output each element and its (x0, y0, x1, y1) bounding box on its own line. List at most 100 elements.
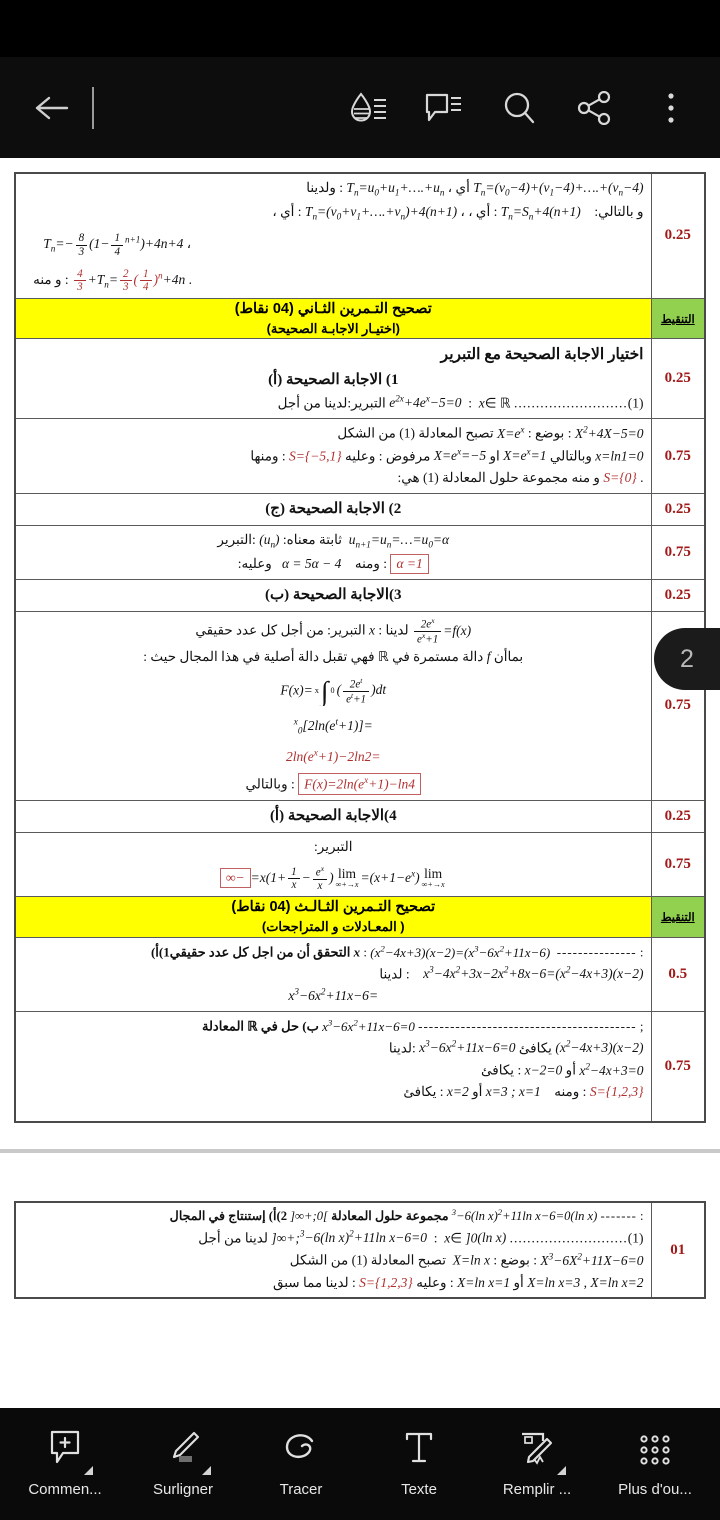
mark-cell: 0.25 (650, 578, 706, 612)
tool-highlight[interactable]: Surligner (129, 1430, 237, 1498)
content-cell: X2+4X−5=0 : بوضع : X=ex تصبح المعادلة (1… (14, 418, 652, 494)
banner-title: تصحيح التـمرين الثـالـث (04 نقاط) (231, 899, 436, 916)
tool-label: Commen... (28, 1481, 102, 1498)
pdf-page-2: 01 : ------- (ln x)3−6(ln x)2+11ln x−6=0… (0, 1187, 720, 1300)
math-line: : --------------- (x3−6x2+11x−6)=(x−2)(x… (150, 943, 644, 960)
search-button[interactable] (498, 87, 540, 129)
mark-cell: 0.75 (650, 525, 706, 580)
math-line: . S={0} و منه مجموعة حلول المعادلة (1) ه… (397, 469, 644, 485)
tool-label: Tracer (279, 1481, 323, 1498)
fill-sign-icon (517, 1429, 557, 1474)
math-line: S={1,2,3} : ومنه x=3 ; x=1 أو x=2 : يكاف… (403, 1084, 644, 1100)
table-row: 01 : ------- (ln x)3−6(ln x)2+11ln x−6=0… (14, 1201, 706, 1299)
math-line: F(x)= x ∫ 0(2et et+1)dt (280, 675, 387, 706)
back-button[interactable] (30, 86, 74, 130)
content-cell: 3)الاجابة الصحيحة (ب) (14, 578, 652, 612)
share-icon (577, 90, 613, 125)
table-row: 0.25 2) الاجابة الصحيحة (ج) (14, 492, 706, 527)
tool-draw[interactable]: Tracer (247, 1430, 355, 1498)
marks-header-cell: التنقيط (650, 297, 706, 340)
math-line: f(x)= 2ex ex+1 لدينا : x التبرير: من أجل ك… (195, 615, 472, 646)
mark-cell: 0.75 (650, 832, 706, 898)
tool-comment[interactable]: Commen... (11, 1430, 119, 1498)
mark-cell: 0.25 (650, 799, 706, 834)
comment-add-icon (46, 1429, 84, 1474)
share-button[interactable] (574, 87, 616, 129)
mark-cell: 0.25 (650, 338, 706, 420)
math-line: التبرير: (314, 839, 353, 855)
content-cell: 2) الاجابة الصحيحة (ج) (14, 492, 652, 527)
content-cell: f(x)= 2ex ex+1 لدينا : x التبرير: من أجل ك… (14, 610, 652, 801)
math-line: lim x→+∞ (x+1−ex)= lim x→+∞ x(1+ 1 x − ex x)=−∞ (23, 858, 644, 892)
toolbar-divider (92, 86, 94, 129)
math-line: α =1 : ومنه α = 5α − 4 وعليه: (23, 553, 644, 575)
math-line: X2+4X−5=0 : بوضع : X=ex تصبح المعادلة (1… (337, 424, 644, 441)
table-row: 0.75 التبرير: lim x→+∞ (x+1−ex)= lim x→+∞ x(1… (14, 832, 706, 898)
search-icon (501, 90, 537, 126)
question-heading: 4)الاجابة الصحيحة (أ) (269, 807, 397, 824)
exercise-3-banner: تصحيح التـمرين الثـالـث (04 نقاط) ( المع… (14, 896, 652, 939)
bottom-toolbar: Commen... Surligner Tracer Texte Remplir… (0, 1408, 720, 1520)
overflow-menu-button[interactable] (650, 87, 692, 129)
math-line: =x3−6x2+11x−6 (288, 986, 379, 1004)
overflow-menu-icon (666, 91, 676, 125)
math-line: (x−2)(x2−4x+3)=x3−4x2+3x−2x2+8x−6 : لدين… (379, 964, 644, 982)
page-gap (0, 1153, 720, 1188)
content-cell: : --------------- (x3−6x2+11x−6)=(x−2)(x… (14, 937, 652, 1013)
comment-bubble-icon (424, 91, 462, 125)
math-line: F(x)=2ln(ex+1)−ln4 : وبالتالي (23, 767, 644, 796)
content-cell: اختيار الاجابة الصحيحة مع التبرير 1) الا… (14, 338, 652, 420)
content-cell: un+1=un=…=u0=α ثابتة معناه: (un) :التبري… (14, 525, 652, 580)
highlight-drop-icon (347, 91, 387, 125)
mark-cell: 01 (650, 1201, 706, 1299)
mark-cell: 0.75 (650, 1011, 706, 1123)
math-line: x2−4x+3=0 أو x−2=0 : يكافئ (481, 1061, 644, 1078)
grid-more-icon (637, 1431, 673, 1474)
dropdown-caret-icon (557, 1466, 566, 1475)
exercise-2-banner: تصحيح التـمرين الثـاني (04 نقاط) (اختيـا… (14, 297, 652, 340)
table-row: 0.75 X2+4X−5=0 : بوضع : X=ex تصبح المعاد… (14, 418, 706, 494)
table-row: 0.75 f(x)= 2ex ex+1 لدينا : x التبرير: من … (14, 610, 706, 801)
mark-cell: 0.25 (650, 492, 706, 527)
highlighter-pen-icon (164, 1429, 202, 1474)
table-row: 0.5 : --------------- (x3−6x2+11x−6)=(x−… (14, 937, 706, 1013)
content-cell: Tn=(v0−4)+(v1−4)+….+(vn−4) أي ، Tn=u0+u1… (14, 172, 652, 299)
table-row: 0.25 4)الاجابة الصحيحة (أ) (14, 799, 706, 834)
highlight-drop-button[interactable] (346, 87, 388, 129)
page-number-label: 2 (680, 644, 694, 673)
content-cell: التبرير: lim x→+∞ (x+1−ex)= lim x→+∞ x(1+ 1 x − e… (14, 832, 652, 898)
banner-subtitle: (اختيـار الاجابـة الصحيحة) (266, 320, 400, 336)
page-number-badge: 2 (654, 628, 720, 690)
question-heading: 3)الاجابة الصحيحة (ب) (264, 586, 402, 603)
dropdown-caret-icon (202, 1466, 211, 1475)
top-toolbar (0, 57, 720, 158)
tool-label: Remplir ... (502, 1481, 572, 1498)
mark-cell: 0.75 (650, 418, 706, 494)
tool-text[interactable]: Texte (365, 1430, 473, 1498)
status-bar (0, 0, 720, 57)
tool-label: Plus d'ou... (618, 1481, 692, 1498)
math-line: X=ln x=3 , X=ln x=2 أو X=ln x=1 : وعليه … (272, 1274, 644, 1290)
question-heading: 2) الاجابة الصحيحة (ج) (265, 500, 402, 517)
banner-subtitle: ( المعـادلات و المتراجحات) (261, 919, 405, 935)
math-line: =[2ln(et+1)]x0 (293, 716, 373, 737)
table-row: 0.25 اختيار الاجابة الصحيحة مع التبرير 1… (14, 338, 706, 420)
tool-fill-sign[interactable]: Remplir ... (483, 1430, 591, 1498)
mark-cell: 0.25 (650, 172, 706, 299)
table-row: 0.25 3)الاجابة الصحيحة (ب) (14, 578, 706, 612)
content-cell: : ------- (ln x)3−6(ln x)2+11ln x−6=0 مج… (14, 1201, 652, 1299)
tool-more[interactable]: Plus d'ou... (601, 1430, 709, 1498)
banner-title: تصحيح التـمرين الثـاني (04 نقاط) (234, 300, 432, 317)
math-line: ; --------------------------------------… (201, 1017, 644, 1034)
content-cell: 4)الاجابة الصحيحة (أ) (14, 799, 652, 834)
exercise-3-banner-row: التنقيط تصحيح التـمرين الثـالـث (04 نقاط… (14, 896, 706, 939)
math-line: (1)........................... (ln x)3−6… (198, 1228, 644, 1246)
dropdown-caret-icon (84, 1466, 93, 1475)
math-line: =2ln(ex+1)−2ln2 (286, 747, 381, 764)
text-tool-icon (402, 1429, 436, 1474)
math-line: بماأن f دالة مستمرة في ℝ فهي تقبل دالة أ… (143, 648, 524, 664)
comments-button[interactable] (422, 87, 464, 129)
math-line: X3−6X2+11X−6=0 : بوضع : X=ln x تصبح المع… (289, 1251, 644, 1268)
pdf-viewer[interactable]: 0.25 Tn=(v0−4)+(v1−4)+….+(vn−4) أي ، Tn=… (0, 158, 720, 1408)
